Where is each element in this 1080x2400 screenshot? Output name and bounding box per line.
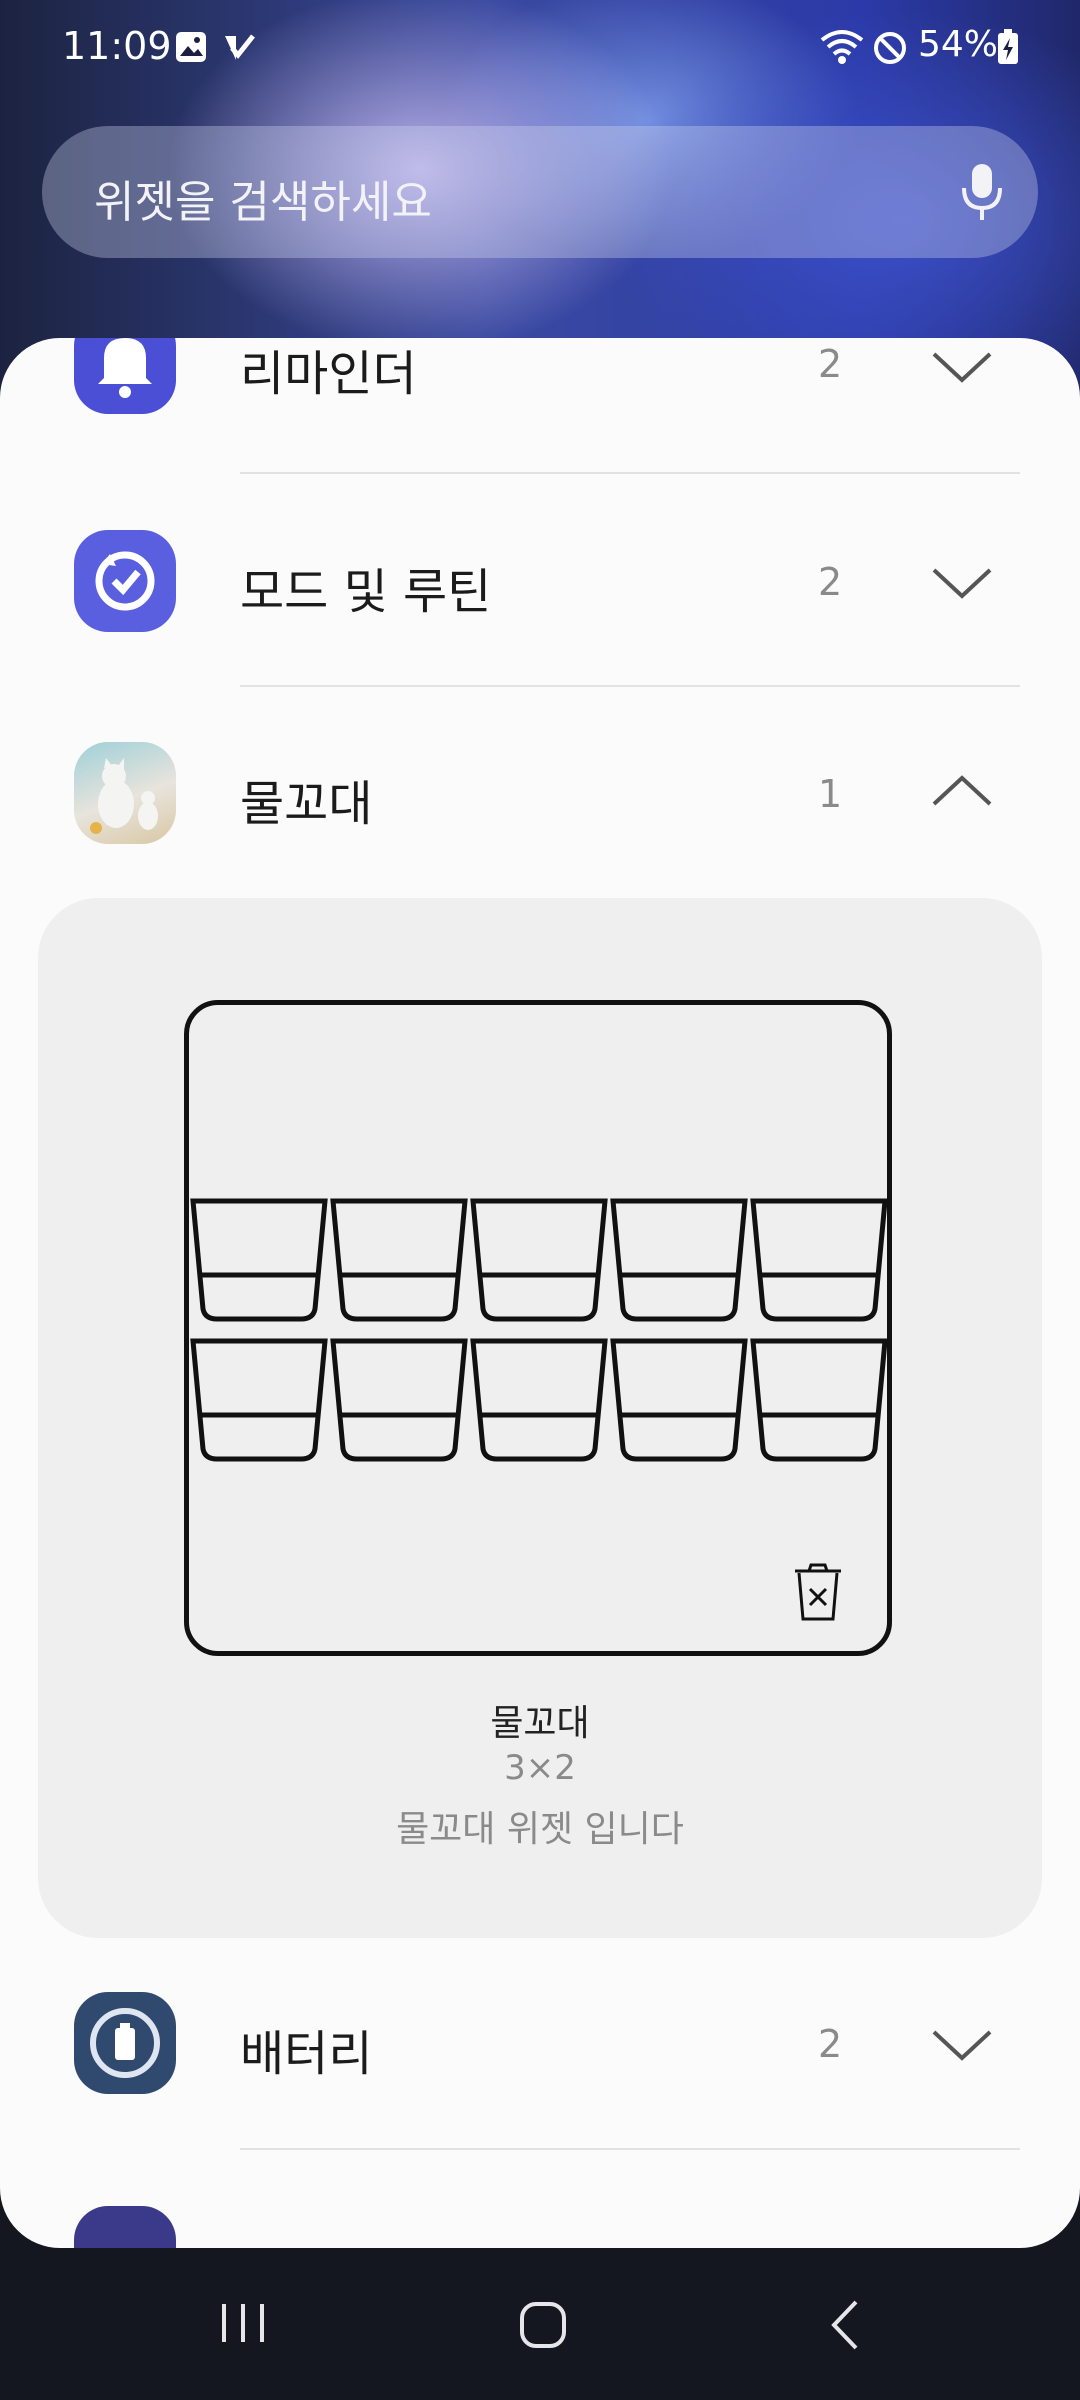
widget-row-label: 리마인더	[240, 346, 417, 402]
water-cup[interactable]	[330, 1338, 468, 1462]
battery-percent: 54%	[918, 24, 999, 65]
water-cup[interactable]	[190, 1338, 328, 1462]
routine-check-icon	[74, 530, 176, 632]
chevron-down-icon[interactable]	[930, 564, 994, 604]
mic-icon[interactable]	[960, 162, 1004, 222]
widget-row-label: 모드 및 루틴	[240, 564, 492, 620]
water-cups-grid	[190, 1198, 887, 1462]
widget-preview-card[interactable]: 물꼬대 3×2 물꼬대 위젯 입니다	[38, 898, 1042, 1938]
divider	[240, 685, 1020, 687]
widget-preview-size: 3×2	[504, 1748, 576, 1788]
divider	[240, 472, 1020, 474]
recents-icon[interactable]	[218, 2300, 268, 2346]
water-cup[interactable]	[330, 1198, 468, 1322]
widget-row-reminder[interactable]: 리마인더 2	[0, 338, 1080, 448]
widget-row-count: 2	[818, 560, 843, 604]
search-placeholder: 위젯을 검색하세요	[94, 177, 432, 228]
check-app-icon	[225, 34, 255, 60]
chevron-down-icon[interactable]	[930, 348, 994, 388]
widget-row-battery[interactable]: 배터리 2	[0, 1968, 1080, 2118]
water-cup[interactable]	[750, 1338, 887, 1462]
widget-list-panel[interactable]: 리마인더 2 모드 및 루틴 2 물꼬대 1 물꼬대 3×2 물꼬대 위젯 입니…	[0, 338, 1080, 2248]
bell-icon	[74, 338, 176, 414]
widget-row-label: 물꼬대	[240, 776, 373, 832]
trash-x-icon[interactable]	[789, 1561, 847, 1623]
water-cup[interactable]	[470, 1338, 608, 1462]
widget-preview[interactable]	[184, 1000, 892, 1656]
status-bar: 11:09 54%	[0, 0, 1080, 100]
back-icon[interactable]	[826, 2298, 866, 2352]
navigation-bar	[0, 2250, 1080, 2400]
cat-app-icon	[74, 742, 176, 844]
home-icon[interactable]	[518, 2300, 568, 2350]
divider	[240, 2148, 1020, 2150]
widget-preview-description: 물꼬대 위젯 입니다	[396, 1809, 684, 1850]
battery-app-icon	[74, 1992, 176, 2094]
chevron-down-icon[interactable]	[930, 2026, 994, 2066]
clock: 11:09	[62, 24, 172, 68]
battery-charging-icon	[998, 29, 1018, 64]
water-cup[interactable]	[470, 1198, 608, 1322]
widget-preview-name: 물꼬대	[490, 1703, 590, 1744]
widget-row-modes-routines[interactable]: 모드 및 루틴 2	[0, 506, 1080, 656]
widget-row-label: 배터리	[240, 2026, 373, 2082]
widget-row-count: 2	[818, 2022, 843, 2066]
water-cup[interactable]	[190, 1198, 328, 1322]
do-not-disturb-icon	[874, 32, 906, 64]
water-cup[interactable]	[610, 1198, 748, 1322]
app-icon-partial	[74, 2206, 176, 2248]
wifi-icon	[820, 30, 864, 64]
widget-row-count: 2	[818, 342, 843, 386]
water-cup[interactable]	[610, 1338, 748, 1462]
widget-row-count: 1	[818, 772, 843, 816]
chevron-up-icon[interactable]	[930, 770, 994, 810]
widget-search-bar[interactable]: 위젯을 검색하세요	[42, 126, 1038, 258]
water-cup[interactable]	[750, 1198, 887, 1322]
gallery-icon	[176, 32, 206, 62]
widget-row-mulkkodae[interactable]: 물꼬대 1	[0, 722, 1080, 872]
